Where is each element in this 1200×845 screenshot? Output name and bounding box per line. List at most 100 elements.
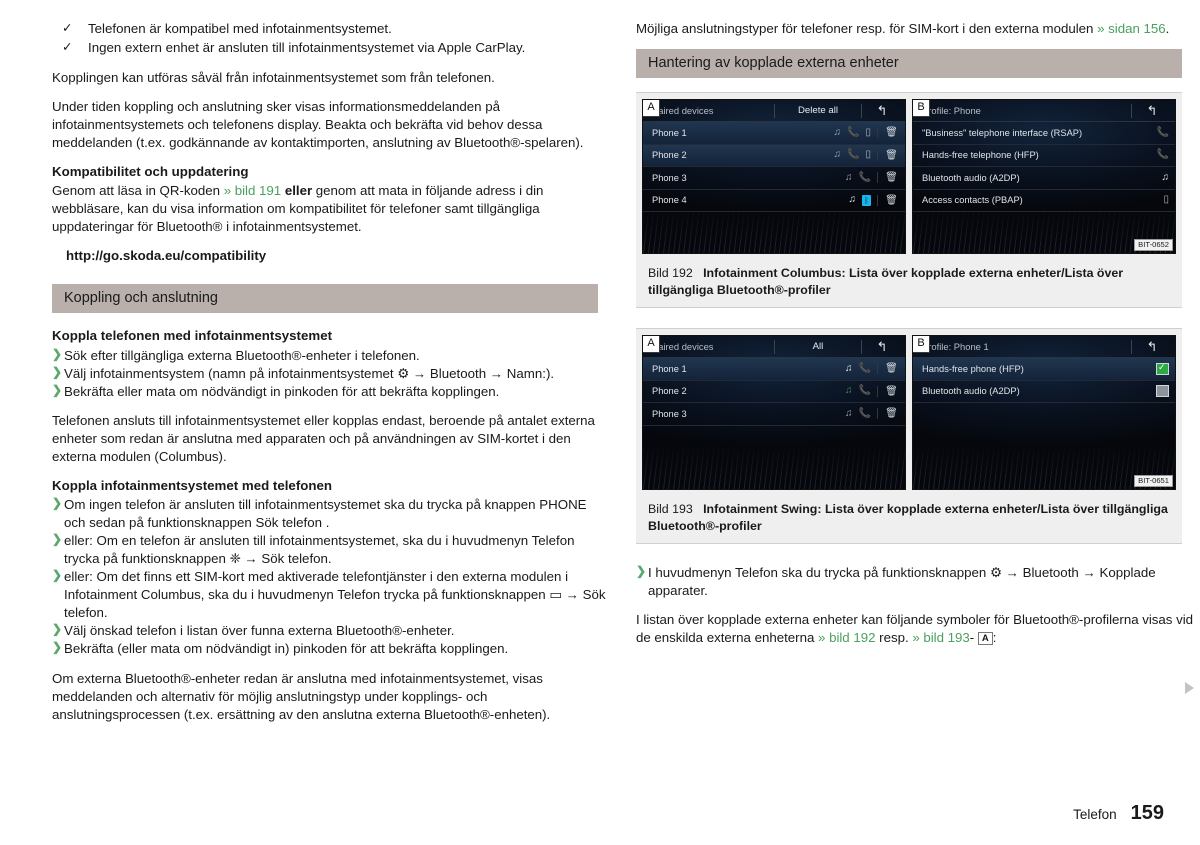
footer-page-number: 159 [1130, 802, 1164, 824]
trash-icon[interactable]: 🗑 [877, 408, 905, 420]
compat-text-1: Genom att läsa in QR-koden [52, 183, 220, 199]
list-item[interactable]: Bluetooth audio (A2DP) ♫ [913, 167, 1175, 190]
phone-handset-icon: 📞 [858, 385, 871, 397]
trash-icon[interactable]: 🗑 [877, 363, 905, 375]
device-name: Phone 3 [652, 408, 687, 419]
list-item[interactable]: Access contacts (PBAP) ▯ [913, 190, 1175, 213]
list-item[interactable]: Phone 3 ♫ 📞 🗑 [643, 167, 905, 190]
device-name: Phone 2 [652, 386, 687, 397]
list-item: ❯ Sök efter tillgängliga externa Bluetoo… [52, 347, 610, 365]
bullet-list-menu-path: ❯ I huvudmenyn Telefon ska du trycka på … [636, 564, 1194, 600]
paragraph-compatibility: Genom att läsa in QR-koden » bild 191 el… [52, 182, 610, 236]
trash-icon[interactable]: 🗑 [877, 149, 905, 161]
list-item[interactable]: Bluetooth audio (A2DP) [913, 381, 1175, 404]
device-name: Phone 2 [652, 150, 687, 161]
list-item[interactable]: Phone 2 ♫ 📞 ▯ 🗑 [643, 144, 905, 168]
music-note-icon: ♫ [845, 407, 853, 419]
bullet-text: Sök efter tillgängliga externa Bluetooth… [64, 347, 420, 363]
closing-colon: : [992, 630, 997, 646]
bullet-list-pair-phone: ❯ Sök efter tillgängliga externa Bluetoo… [52, 347, 610, 401]
back-arrow-icon[interactable]: ↰ [861, 103, 902, 118]
back-arrow-icon[interactable]: ↰ [1131, 103, 1172, 118]
delete-all-button[interactable]: Delete all [774, 103, 861, 118]
list-item[interactable]: Hands-free telephone (HFP) 📞 [913, 145, 1175, 168]
check-icon: ✓ [62, 40, 73, 55]
manual-page: ✓ Telefonen är kompatibel med infotainme… [0, 0, 1200, 845]
checklist-text: Telefonen är kompatibel med infotainment… [88, 21, 392, 36]
compatibility-url[interactable]: http://go.skoda.eu/compatibility [66, 247, 610, 265]
link-bild-193[interactable]: » bild 193 [912, 630, 969, 645]
profile-icons [1156, 362, 1175, 375]
device-name: Phone 1 [652, 363, 687, 374]
bullet-text: Bekräfta (eller mata om nödvändigt in) p… [64, 641, 509, 657]
check-icon: ✓ [62, 21, 73, 35]
phone-handset-icon: 📞 [858, 171, 871, 183]
link-sidan-156[interactable]: » sidan 156 [1097, 21, 1166, 36]
profile-icons: 📞 [1157, 127, 1175, 138]
trash-icon[interactable]: 🗑 [877, 385, 905, 397]
chevron-right-icon: ❯ [52, 346, 63, 361]
list-item: ❯ Välj önskad telefon i listan över funn… [52, 622, 610, 640]
reference-badge-a: A [977, 632, 993, 646]
paragraph-connection-types: Möjliga anslutningstyper för telefoner r… [636, 21, 1170, 36]
device-name: Phone 4 [652, 195, 687, 206]
checklist: ✓ Telefonen är kompatibel med infotainme… [52, 20, 610, 57]
list-item: ✓ Ingen extern enhet är ansluten till in… [52, 39, 610, 57]
screen-title: Paired devices [652, 105, 714, 117]
figure-badge-a: A [643, 100, 660, 118]
list-item[interactable]: Phone 1 ♫ 📞 🗑 [643, 358, 905, 381]
figure-code: BIT-0652 [1134, 239, 1173, 252]
chevron-right-icon: ❯ [52, 364, 63, 379]
profile-name: Access contacts (PBAP) [922, 195, 1023, 206]
list-item[interactable]: Hands-free phone (HFP) [913, 358, 1175, 381]
list-item: ❯ Om ingen telefon är ansluten till info… [52, 496, 610, 532]
list-item: ❯ I huvudmenyn Telefon ska du trycka på … [636, 564, 1194, 600]
bullet-list-pair-infotainment: ❯ Om ingen telefon är ansluten till info… [52, 496, 610, 659]
list-item[interactable]: "Business" telephone interface (RSAP) 📞 [913, 122, 1175, 145]
device-name: Phone 3 [652, 172, 687, 183]
link-bild-191[interactable]: » bild 191 [224, 183, 281, 198]
screenshot-193-a: A Paired devices All ↰ Phone 1 ♫ 📞 🗑 Pho… [642, 335, 906, 491]
screen-title: Paired devices [652, 341, 714, 353]
figure-192-screens: A Paired devices Delete all ↰ Phone 1 ♫ [636, 93, 1182, 259]
list-item[interactable]: Phone 2 ♫ 📞 🗑 [643, 381, 905, 404]
chevron-right-icon: ❯ [52, 568, 63, 583]
trash-icon[interactable]: 🗑 [877, 172, 905, 184]
list-item[interactable]: Phone 1 ♫ 📞 ▯ 🗑 [643, 122, 905, 145]
music-note-icon: ♫ [845, 385, 853, 397]
caption-number: Bild 192 [648, 266, 693, 281]
screen-header: Profile: Phone 1 ↰ [913, 336, 1175, 359]
paragraph-messages: Under tiden koppling och anslutning sker… [52, 98, 610, 152]
profile-icons: ♫ [1161, 171, 1176, 183]
paragraph-already-connected: Om externa Bluetooth®-enheter redan är a… [52, 670, 551, 722]
profile-name: Bluetooth audio (A2DP) [922, 172, 1020, 183]
profile-icons: ♫ 📞 [845, 171, 877, 183]
music-note-icon: ♫ [1161, 171, 1170, 183]
footer-section-name: Telefon [1073, 807, 1117, 822]
checkbox-checked-icon[interactable] [1156, 362, 1169, 375]
figure-bild-193: A Paired devices All ↰ Phone 1 ♫ 📞 🗑 Pho… [636, 328, 1182, 545]
link-bild-192[interactable]: » bild 192 [818, 630, 875, 645]
list-item[interactable]: Phone 3 ♫ 📞 🗑 [643, 403, 905, 426]
figure-badge-a: A [643, 336, 660, 354]
trash-icon[interactable]: 🗑 [877, 127, 905, 139]
device-name: Phone 1 [652, 127, 687, 138]
phone-handset-icon: 📞 [1156, 149, 1169, 161]
compat-bold-eller: eller [284, 183, 313, 199]
bullet-text: eller: Om det finns ett SIM-kort med akt… [64, 569, 606, 621]
section-band-koppling: Koppling och anslutning [52, 284, 598, 314]
profile-icons: ♫ 📞 [845, 363, 877, 374]
trash-icon[interactable]: 🗑 [877, 194, 905, 206]
list-item[interactable]: Phone 4 ♫ ᛒ 🗑 [643, 190, 905, 213]
left-column: ✓ Telefonen är kompatibel med infotainme… [36, 20, 610, 735]
all-button[interactable]: All [774, 339, 861, 354]
profile-name: Hands-free telephone (HFP) [922, 150, 1039, 161]
closing-mid: resp. [879, 630, 909, 646]
back-arrow-icon[interactable]: ↰ [1131, 339, 1172, 354]
bullet-text: Välj infotainmentsystem (namn på infotai… [64, 365, 555, 381]
checklist-text: Ingen extern enhet är ansluten till info… [88, 40, 526, 56]
back-arrow-icon[interactable]: ↰ [861, 339, 902, 354]
profile-list: "Business" telephone interface (RSAP) 📞 … [913, 122, 1175, 213]
figure-bild-192: A Paired devices Delete all ↰ Phone 1 ♫ [636, 92, 1182, 309]
checkbox-unchecked-icon[interactable] [1156, 385, 1169, 398]
